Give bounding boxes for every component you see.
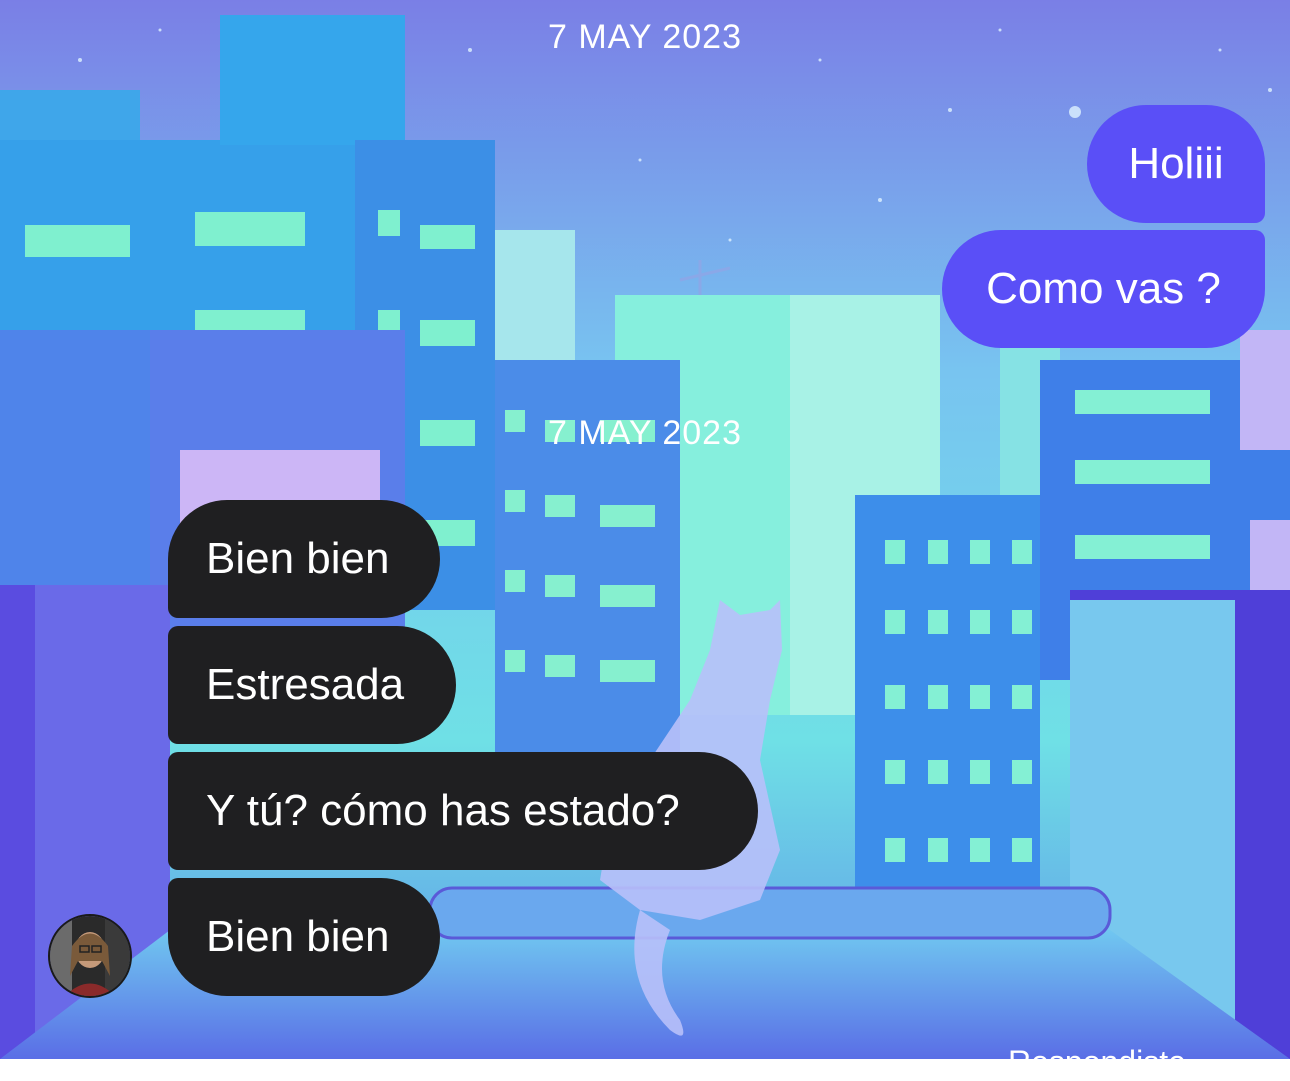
received-message-bubble[interactable]: Bien bien — [168, 500, 440, 618]
reply-status: Respondiste — [1008, 1044, 1186, 1080]
avatar-photo-icon — [50, 916, 130, 996]
sent-message-bubble[interactable]: Holiii — [1087, 105, 1265, 223]
date-separator: 7 MAY 2023 — [548, 414, 742, 452]
received-message-bubble[interactable]: Y tú? cómo has estado? — [168, 752, 758, 870]
sent-message-bubble[interactable]: Como vas ? — [942, 230, 1265, 348]
date-separator: 7 MAY 2023 — [548, 18, 742, 56]
received-message-bubble[interactable]: Estresada — [168, 626, 456, 744]
received-message-bubble[interactable]: Bien bien — [168, 878, 440, 996]
contact-avatar[interactable] — [48, 914, 132, 998]
